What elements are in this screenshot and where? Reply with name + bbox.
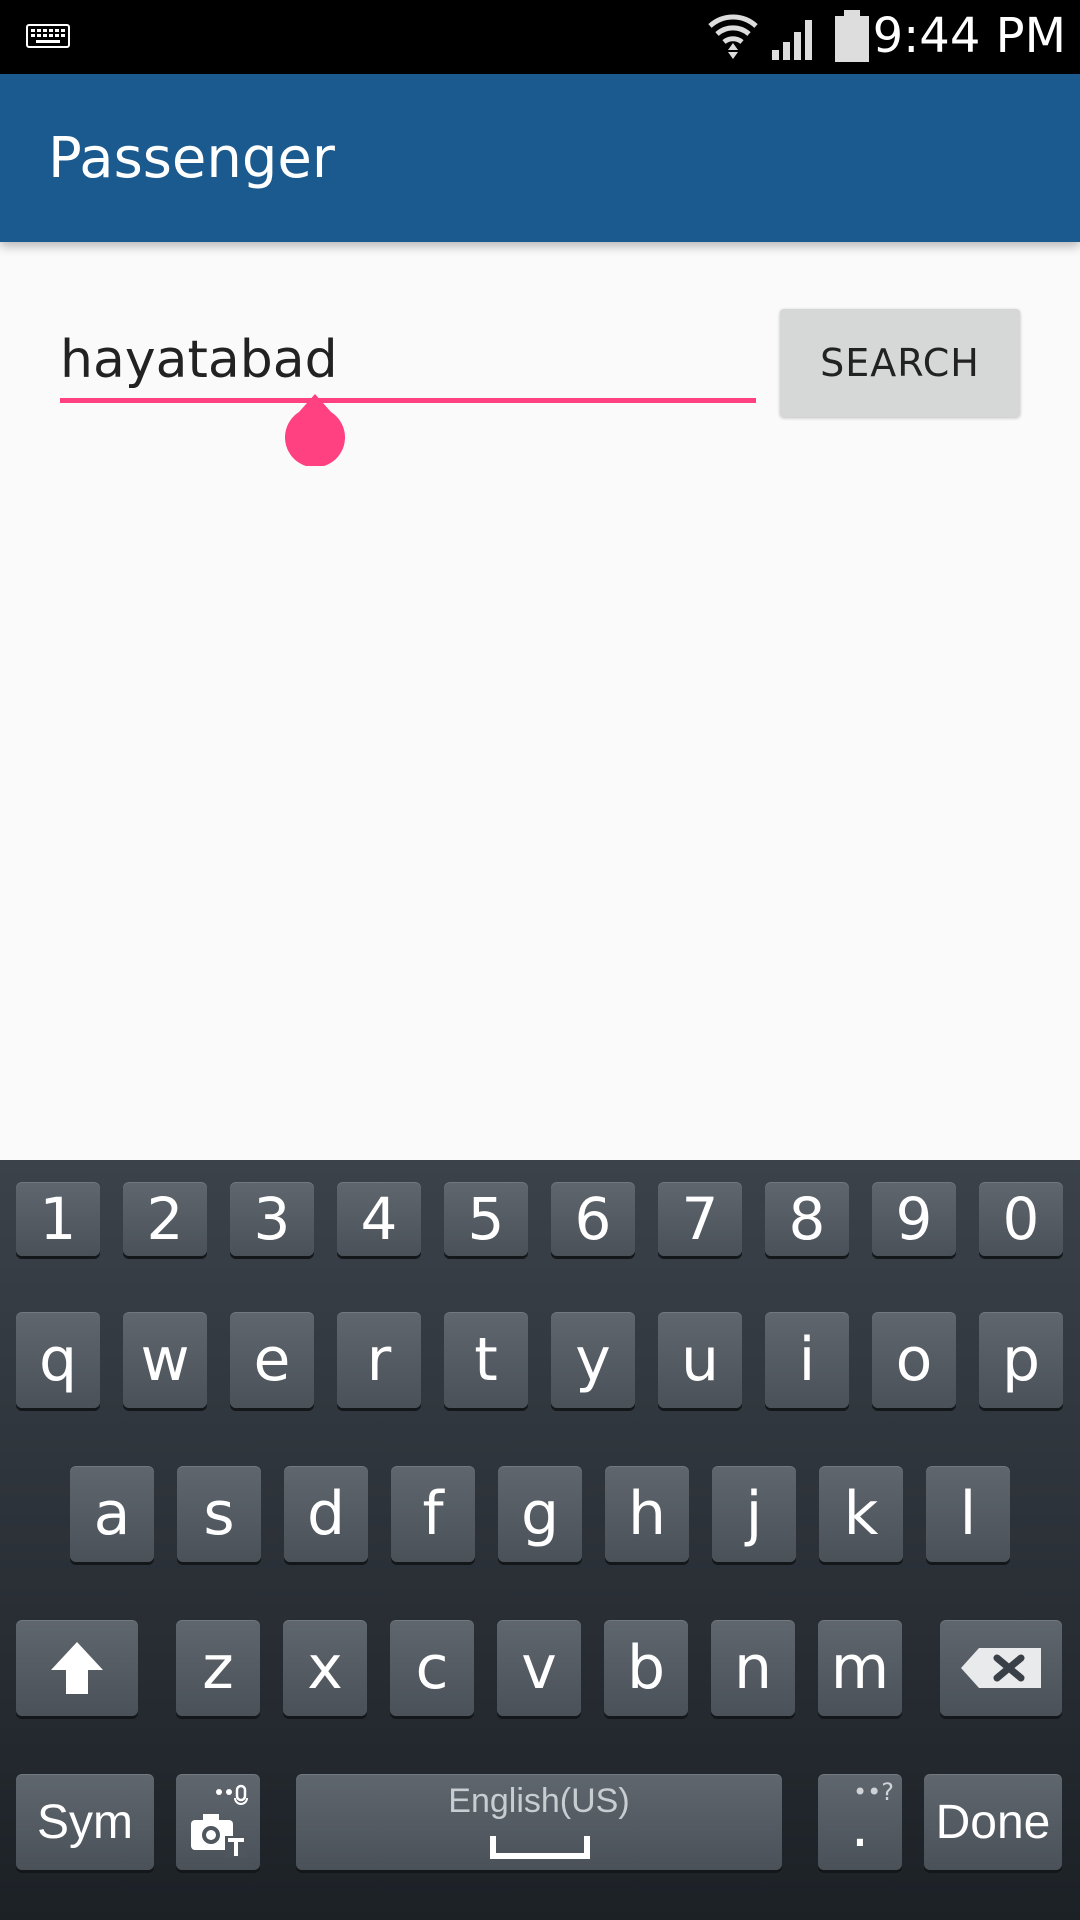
letter-key-o[interactable]: o bbox=[872, 1312, 956, 1408]
shift-key[interactable] bbox=[16, 1620, 138, 1716]
letter-key-b[interactable]: b bbox=[604, 1620, 688, 1716]
letter-key-s[interactable]: s bbox=[177, 1466, 261, 1562]
letter-key-h[interactable]: h bbox=[605, 1466, 689, 1562]
wifi-icon bbox=[708, 14, 758, 59]
number-key-9[interactable]: 9 bbox=[872, 1182, 956, 1256]
search-button[interactable]: SEARCH bbox=[780, 309, 1020, 417]
letter-key-m[interactable]: m bbox=[818, 1620, 902, 1716]
space-bar-icon bbox=[490, 1836, 590, 1859]
cursor-handle[interactable] bbox=[283, 394, 347, 466]
number-key-7[interactable]: 7 bbox=[658, 1182, 742, 1256]
letter-key-n[interactable]: n bbox=[711, 1620, 795, 1716]
space-key[interactable]: English(US) bbox=[296, 1774, 782, 1870]
app-bar: Passenger bbox=[0, 74, 1080, 242]
letter-key-v[interactable]: v bbox=[497, 1620, 581, 1716]
number-key-3[interactable]: 3 bbox=[230, 1182, 314, 1256]
letter-key-q[interactable]: q bbox=[16, 1312, 100, 1408]
number-key-2[interactable]: 2 bbox=[123, 1182, 207, 1256]
letter-key-l[interactable]: l bbox=[926, 1466, 1010, 1562]
letter-key-p[interactable]: p bbox=[979, 1312, 1063, 1408]
number-key-4[interactable]: 4 bbox=[337, 1182, 421, 1256]
done-key[interactable]: Done bbox=[924, 1774, 1062, 1870]
search-input[interactable]: hayatabad bbox=[60, 320, 750, 400]
shift-arrow-icon bbox=[51, 1642, 103, 1694]
letter-key-j[interactable]: j bbox=[712, 1466, 796, 1562]
number-key-1[interactable]: 1 bbox=[16, 1182, 100, 1256]
backspace-icon bbox=[961, 1648, 1041, 1688]
signal-icon bbox=[772, 20, 812, 60]
language-label: English(US) bbox=[448, 1782, 630, 1820]
camera-icon bbox=[191, 1784, 248, 1858]
sym-key[interactable]: Sym bbox=[16, 1774, 154, 1870]
letter-key-x[interactable]: x bbox=[283, 1620, 367, 1716]
camera-voice-key[interactable] bbox=[176, 1774, 260, 1870]
number-key-0[interactable]: 0 bbox=[979, 1182, 1063, 1256]
app-title: Passenger bbox=[48, 126, 335, 191]
period-key[interactable]: . ••? bbox=[818, 1774, 902, 1870]
letter-key-r[interactable]: r bbox=[337, 1312, 421, 1408]
letter-key-e[interactable]: e bbox=[230, 1312, 314, 1408]
battery-icon bbox=[835, 10, 869, 62]
punctuation-hint-icon: ••? bbox=[852, 1778, 894, 1806]
letter-key-d[interactable]: d bbox=[284, 1466, 368, 1562]
backspace-key[interactable] bbox=[940, 1620, 1062, 1716]
letter-key-y[interactable]: y bbox=[551, 1312, 635, 1408]
status-bar: 9:44 PM bbox=[0, 0, 1080, 74]
keyboard: Sym English(US) . ••? Done 1234567890 qwe… bbox=[0, 1160, 1080, 1920]
number-key-6[interactable]: 6 bbox=[551, 1182, 635, 1256]
number-key-5[interactable]: 5 bbox=[444, 1182, 528, 1256]
letter-key-a[interactable]: a bbox=[70, 1466, 154, 1562]
letter-key-t[interactable]: t bbox=[444, 1312, 528, 1408]
letter-key-w[interactable]: w bbox=[123, 1312, 207, 1408]
letter-key-k[interactable]: k bbox=[819, 1466, 903, 1562]
number-key-8[interactable]: 8 bbox=[765, 1182, 849, 1256]
letter-key-z[interactable]: z bbox=[176, 1620, 260, 1716]
status-clock: 9:44 PM bbox=[872, 8, 1066, 64]
keyboard-icon bbox=[26, 24, 70, 48]
letter-key-g[interactable]: g bbox=[498, 1466, 582, 1562]
letter-key-i[interactable]: i bbox=[765, 1312, 849, 1408]
letter-key-f[interactable]: f bbox=[391, 1466, 475, 1562]
letter-key-u[interactable]: u bbox=[658, 1312, 742, 1408]
input-underline bbox=[60, 398, 756, 403]
letter-key-c[interactable]: c bbox=[390, 1620, 474, 1716]
